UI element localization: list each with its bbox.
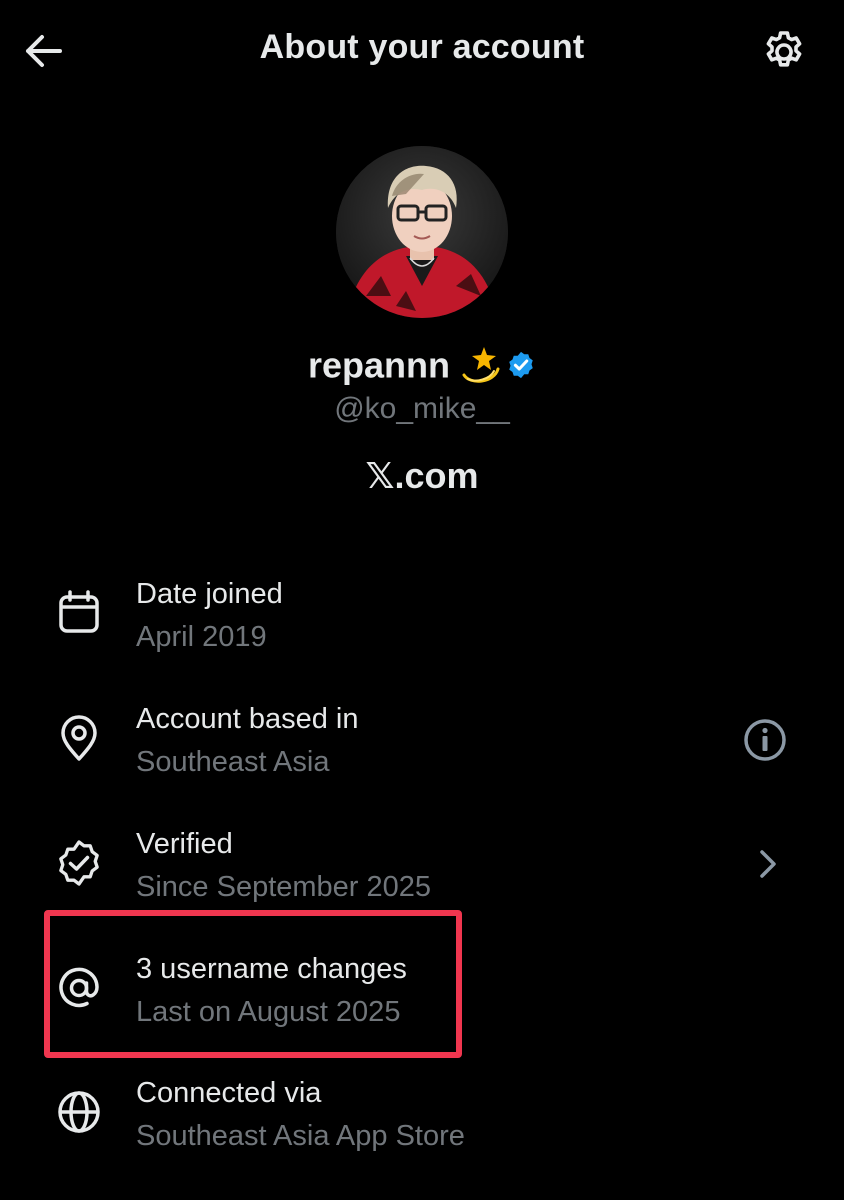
date-joined-title: Date joined (136, 578, 283, 610)
account-based-in-title: Account based in (136, 703, 359, 735)
dizzy-star-emoji-icon (462, 347, 500, 384)
date-joined-value: April 2019 (136, 621, 267, 653)
date-joined-row: Date joined April 2019 (0, 570, 844, 680)
highlight-box (44, 910, 462, 1058)
settings-button[interactable] (760, 28, 808, 76)
top-bar: About your account (0, 0, 844, 100)
page-title: About your account (259, 28, 585, 66)
gear-icon (766, 31, 802, 67)
verified-title: Verified (136, 828, 233, 860)
user-handle: @ko_mike__ (334, 392, 510, 425)
account-based-in-value: Southeast Asia (136, 746, 330, 778)
display-name: repannn (307, 344, 450, 386)
platform-label: 𝕏.com (365, 455, 479, 496)
display-name-row: repannn (0, 342, 844, 386)
location-pin-icon (61, 715, 97, 761)
globe-icon (58, 1091, 100, 1133)
verified-details-button[interactable] (748, 844, 788, 884)
verified-value: Since September 2025 (136, 871, 432, 903)
chevron-right-icon (760, 850, 776, 878)
connected-via-row: Connected via Southeast Asia App Store (0, 1069, 844, 1179)
calendar-icon (59, 590, 99, 633)
connected-via-title: Connected via (136, 1077, 322, 1109)
connected-via-value: Southeast Asia App Store (136, 1120, 465, 1152)
info-icon (744, 719, 786, 761)
avatar[interactable] (336, 146, 508, 318)
account-based-in-row: Account based in Southeast Asia (0, 695, 844, 805)
verified-badge-icon (509, 352, 533, 379)
info-button[interactable] (740, 715, 790, 765)
verified-badge-outline-icon (59, 840, 99, 886)
profile-photo (336, 146, 508, 318)
